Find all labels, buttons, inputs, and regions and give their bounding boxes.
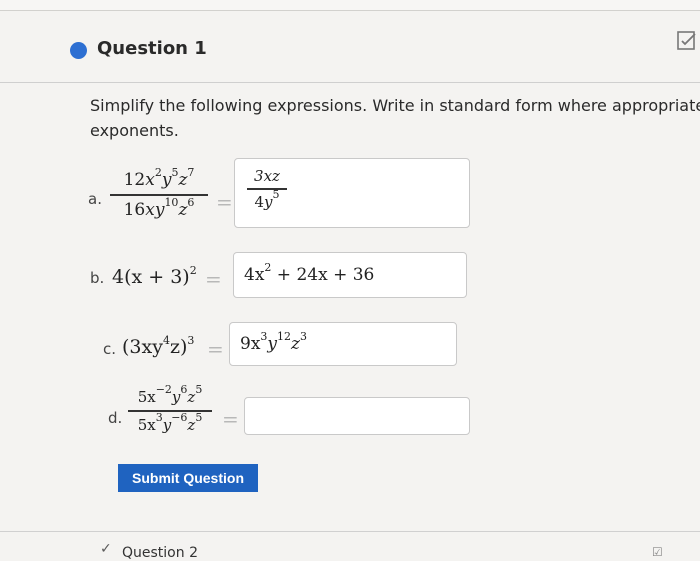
item-d-answer-field[interactable] — [244, 397, 470, 435]
item-c-label: c. — [103, 340, 117, 358]
instruction-line-2: exponents. — [90, 121, 179, 140]
item-c-expression: (3xy4z)3 — [122, 334, 195, 358]
item-a-answer: 3xz 4y5 — [247, 167, 287, 211]
item-c-answer-field[interactable]: 9x3y12z3 — [229, 322, 457, 366]
item-d-expression: 5x−2y6z5 5x3y−6z5 — [128, 383, 212, 434]
item-a-expression: 12x2y5z7 16xy10z6 — [110, 166, 208, 220]
item-a-numerator: 12x2y5z7 — [123, 166, 195, 190]
edit-icon[interactable] — [676, 30, 698, 52]
top-strip — [0, 0, 700, 11]
item-b-equals: = — [205, 267, 222, 291]
item-c-equals: = — [207, 337, 224, 361]
item-a-label: a. — [88, 190, 102, 208]
item-b-expression: 4(x + 3)2 — [112, 264, 197, 288]
check-icon: ✓ — [100, 541, 112, 557]
item-d-equals: = — [222, 407, 239, 431]
item-a-answer-field[interactable]: 3xz 4y5 — [234, 158, 470, 228]
item-b-label: b. — [90, 269, 105, 287]
question-status-dot — [70, 42, 87, 59]
question-divider — [0, 531, 700, 532]
item-d-label: d. — [108, 409, 123, 427]
instruction-line-1: Simplify the following expressions. Writ… — [90, 96, 700, 115]
item-b-answer: 4x2 + 24x + 36 — [244, 261, 375, 285]
item-d-denominator: 5x3y−6z5 — [137, 410, 203, 434]
item-d-numerator: 5x−2y6z5 — [137, 383, 203, 406]
instructions: Simplify the following expressions. Writ… — [90, 93, 700, 143]
item-a-equals: = — [216, 190, 233, 214]
question-title: Question 1 — [97, 38, 207, 59]
next-question-link[interactable]: Question 2 — [122, 545, 198, 561]
item-b-answer-field[interactable]: 4x2 + 24x + 36 — [233, 252, 467, 298]
edit-icon-small[interactable]: ☑ — [652, 545, 663, 559]
item-c-answer: 9x3y12z3 — [240, 330, 307, 354]
item-a-denominator: 16xy10z6 — [123, 195, 195, 220]
submit-question-button[interactable]: Submit Question — [118, 464, 258, 492]
